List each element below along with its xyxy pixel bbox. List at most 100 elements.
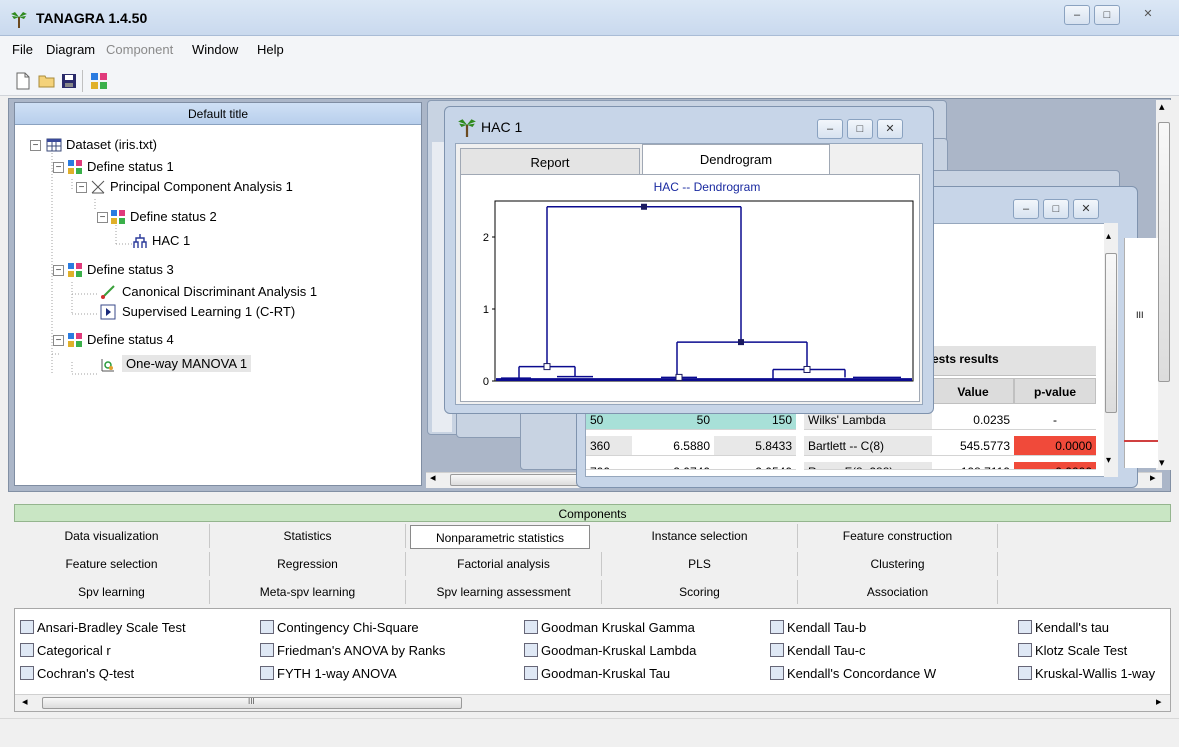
component-item[interactable]: Kendall Tau-b	[770, 620, 866, 635]
hac-content: Report Dendrogram HAC -- Dendrogram 0 1 2	[455, 143, 923, 405]
tree-node-pca[interactable]: Principal Component Analysis 1	[110, 179, 293, 194]
maximize-button[interactable]: □	[1094, 5, 1120, 25]
component-item[interactable]: Kendall Tau-c	[770, 643, 866, 658]
category-instance-selection[interactable]: Instance selection	[602, 524, 798, 548]
category-statistics[interactable]: Statistics	[210, 524, 406, 548]
component-item[interactable]: Friedman's ANOVA by Ranks	[260, 643, 445, 658]
tab-report[interactable]: Report	[460, 148, 640, 176]
open-folder-icon[interactable]	[38, 72, 56, 90]
results-close-button[interactable]: ✕	[1073, 199, 1099, 219]
category-scoring[interactable]: Scoring	[602, 580, 798, 604]
component-item[interactable]: Kruskal-Wallis 1-way	[1018, 666, 1155, 681]
component-label: FYTH 1-way ANOVA	[277, 666, 397, 681]
tree-node-hac-1[interactable]: HAC 1	[152, 233, 190, 248]
category-pls[interactable]: PLS	[602, 552, 798, 576]
tab-dendrogram[interactable]: Dendrogram	[642, 144, 830, 176]
results-vscroll-thumb[interactable]	[1105, 253, 1117, 413]
minimize-button[interactable]: –	[1064, 5, 1090, 25]
define-status-icon[interactable]	[90, 72, 108, 90]
tree-node-define-status-2[interactable]: Define status 2	[130, 209, 217, 224]
supervised-learning-icon	[100, 304, 116, 320]
menu-window[interactable]: Window	[192, 42, 238, 57]
dendrogram-svg: HAC -- Dendrogram 0 1 2	[483, 180, 914, 388]
expander-dataset[interactable]: −	[30, 140, 41, 151]
new-file-icon[interactable]	[14, 72, 32, 90]
scroll-up-arrow[interactable]: ▴	[1159, 100, 1165, 113]
category-spv-learning[interactable]: Spv learning	[14, 580, 210, 604]
category-data-visualization[interactable]: Data visualization	[14, 524, 210, 548]
category-nonparametric-statistics[interactable]: Nonparametric statistics	[410, 525, 590, 549]
component-scroll-left[interactable]: ◂	[22, 695, 28, 708]
tree-node-supervised-learning[interactable]: Supervised Learning 1 (C-RT)	[122, 304, 295, 319]
left-table-cell: 5.8433	[714, 436, 796, 456]
kendall-tau-b-icon	[770, 620, 784, 634]
tree-node-define-status-3[interactable]: Define status 3	[87, 262, 174, 277]
results-scroll-down[interactable]: ▾	[1106, 455, 1111, 466]
hac-window[interactable]: HAC 1 – □ ✕ Report Dendrogram HAC -- Den…	[444, 106, 934, 414]
component-scroll-right[interactable]: ▸	[1156, 695, 1162, 708]
tree-node-manova[interactable]: One-way MANOVA 1	[122, 355, 252, 372]
component-item[interactable]: Categorical r	[20, 643, 111, 658]
component-item[interactable]: Ansari-Bradley Scale Test	[20, 620, 186, 635]
column-header-pvalue[interactable]: p-value	[1014, 378, 1096, 404]
kruskal-wallis-icon	[1018, 666, 1032, 680]
menu-file[interactable]: File	[12, 42, 33, 57]
component-item[interactable]: Kendall's tau	[1018, 620, 1109, 635]
expander-define-status-4[interactable]: −	[53, 335, 64, 346]
component-item[interactable]: Contingency Chi-Square	[260, 620, 419, 635]
category-feature-construction[interactable]: Feature construction	[798, 524, 998, 548]
expander-define-status-1[interactable]: −	[53, 162, 64, 173]
merge-node-marker	[543, 363, 551, 371]
define-status-icon	[111, 210, 125, 224]
tree-node-canonical[interactable]: Canonical Discriminant Analysis 1	[122, 284, 317, 299]
scroll-right-arrow[interactable]: ▸	[1150, 471, 1156, 484]
component-label: Kendall Tau-c	[787, 643, 866, 658]
save-disk-icon[interactable]	[60, 72, 78, 90]
left-table-cell: 700	[586, 462, 632, 470]
workspace-vscroll-thumb[interactable]	[1158, 122, 1170, 382]
component-label: Contingency Chi-Square	[277, 620, 419, 635]
category-factorial-analysis[interactable]: Factorial analysis	[406, 552, 602, 576]
component-item[interactable]: FYTH 1-way ANOVA	[260, 666, 397, 681]
menu-component[interactable]: Component	[106, 42, 173, 57]
component-item[interactable]: Kendall's Concordance W	[770, 666, 936, 681]
expander-define-status-3[interactable]: −	[53, 265, 64, 276]
component-item[interactable]: Cochran's Q-test	[20, 666, 134, 681]
goodman-tau-icon	[524, 666, 538, 680]
toolbar	[0, 64, 1179, 96]
component-item[interactable]: Goodman-Kruskal Tau	[524, 666, 670, 681]
y-tick-label: 0	[483, 376, 489, 388]
component-item[interactable]: Klotz Scale Test	[1018, 643, 1127, 658]
category-association[interactable]: Association	[798, 580, 998, 604]
hac-minimize-button[interactable]: –	[817, 119, 843, 139]
hac-close-button[interactable]: ✕	[877, 119, 903, 139]
category-spv-learning-assessment[interactable]: Spv learning assessment	[406, 580, 602, 604]
scroll-left-arrow[interactable]: ◂	[430, 471, 436, 484]
component-label: Ansari-Bradley Scale Test	[37, 620, 186, 635]
close-button[interactable]: ✕	[1124, 5, 1172, 25]
expander-define-status-2[interactable]: −	[97, 212, 108, 223]
menu-diagram[interactable]: Diagram	[46, 42, 95, 57]
menu-help[interactable]: Help	[257, 42, 284, 57]
tree-node-dataset[interactable]: Dataset (iris.txt)	[66, 137, 157, 152]
define-status-icon	[68, 160, 82, 174]
category-regression[interactable]: Regression	[210, 552, 406, 576]
component-item[interactable]: Goodman Kruskal Gamma	[524, 620, 695, 635]
category-feature-selection[interactable]: Feature selection	[14, 552, 210, 576]
fyth-icon	[260, 666, 274, 680]
scroll-down-arrow[interactable]: ▾	[1159, 456, 1165, 469]
category-meta-spv-learning[interactable]: Meta-spv learning	[210, 580, 406, 604]
tree-node-define-status-4[interactable]: Define status 4	[87, 332, 174, 347]
expander-pca[interactable]: −	[76, 182, 87, 193]
category-clustering[interactable]: Clustering	[798, 552, 998, 576]
kendall-tau-icon	[1018, 620, 1032, 634]
hac-maximize-button[interactable]: □	[847, 119, 873, 139]
results-scroll-up[interactable]: ▴	[1106, 231, 1111, 242]
results-maximize-button[interactable]: □	[1043, 199, 1069, 219]
column-header-value[interactable]: Value	[932, 378, 1014, 404]
results-minimize-button[interactable]: –	[1013, 199, 1039, 219]
component-item[interactable]: Goodman-Kruskal Lambda	[524, 643, 696, 658]
tests-results-title: ests results	[932, 352, 999, 366]
test-name-cell: Rao -- F(8, 288)	[804, 462, 932, 470]
tree-node-define-status-1[interactable]: Define status 1	[87, 159, 174, 174]
